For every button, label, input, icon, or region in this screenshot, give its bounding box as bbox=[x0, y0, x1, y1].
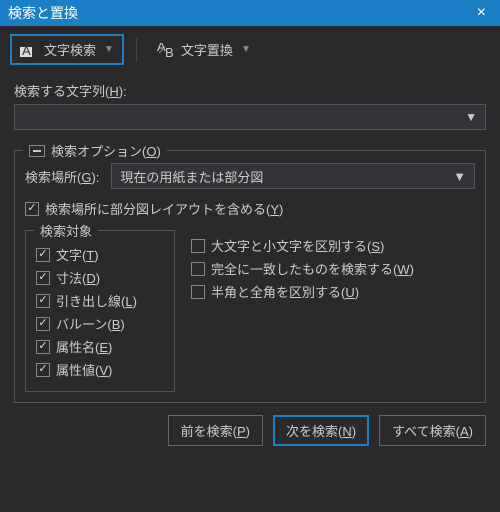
target-balloon-checkbox[interactable]: バルーン(B) bbox=[36, 314, 164, 333]
location-value: 現在の用紙または部分図 bbox=[120, 167, 263, 186]
location-select[interactable]: 現在の用紙または部分図 ▼ bbox=[111, 163, 475, 189]
tab-replace[interactable]: AB 文字置換 ▼ bbox=[149, 36, 259, 63]
options-legend: 検索オプション(O) bbox=[23, 141, 167, 160]
target-dim-checkbox[interactable]: 寸法(D) bbox=[36, 268, 164, 287]
target-text-checkbox[interactable]: 文字(T) bbox=[36, 245, 164, 264]
target-legend: 検索対象 bbox=[34, 221, 98, 240]
chevron-down-icon: ▼ bbox=[465, 110, 477, 124]
target-attrname-checkbox[interactable]: 属性名(E) bbox=[36, 337, 164, 356]
checkbox-icon bbox=[191, 262, 205, 276]
search-string-section: 検索する文字列(H): ▼ bbox=[0, 73, 500, 134]
checkbox-icon bbox=[36, 363, 50, 377]
checkbox-icon bbox=[36, 294, 50, 308]
window-title: 検索と置換 bbox=[8, 3, 78, 23]
button-row: 前を検索(P) 次を検索(N) すべて検索(A) bbox=[0, 411, 500, 446]
svg-text:B: B bbox=[165, 45, 174, 57]
close-icon[interactable]: × bbox=[471, 4, 492, 22]
tab-search[interactable]: A 文字検索 ▼ bbox=[10, 34, 124, 65]
chevron-down-icon: ▼ bbox=[453, 169, 466, 184]
tab-search-label: 文字検索 bbox=[44, 40, 96, 59]
search-string-input[interactable]: ▼ bbox=[14, 104, 486, 130]
checkbox-icon bbox=[36, 248, 50, 262]
checkbox-icon bbox=[36, 317, 50, 331]
chevron-down-icon: ▼ bbox=[241, 44, 251, 55]
replace-text-icon: AB bbox=[157, 43, 175, 57]
target-attrval-checkbox[interactable]: 属性値(V) bbox=[36, 360, 164, 379]
checkbox-icon bbox=[25, 202, 39, 216]
titlebar: 検索と置換 × bbox=[0, 0, 500, 26]
tabs: A 文字検索 ▼ AB 文字置換 ▼ bbox=[0, 26, 500, 73]
include-layout-checkbox[interactable]: 検索場所に部分図レイアウトを含める(Y) bbox=[25, 199, 475, 218]
next-button[interactable]: 次を検索(N) bbox=[273, 415, 369, 446]
search-string-label: 検索する文字列(H): bbox=[14, 81, 486, 100]
checkbox-icon bbox=[36, 271, 50, 285]
location-row: 検索場所(G): 現在の用紙または部分図 ▼ bbox=[25, 163, 475, 189]
search-text-icon: A bbox=[20, 43, 38, 57]
svg-text:A: A bbox=[22, 43, 31, 57]
tab-divider bbox=[136, 38, 137, 62]
tab-replace-label: 文字置換 bbox=[181, 40, 233, 59]
options-frame: 検索オプション(O) 検索場所(G): 現在の用紙または部分図 ▼ 検索場所に部… bbox=[14, 150, 486, 403]
include-layout-label: 検索場所に部分図レイアウトを含める(Y) bbox=[45, 199, 283, 218]
location-label: 検索場所(G): bbox=[25, 167, 99, 186]
chevron-down-icon: ▼ bbox=[104, 44, 114, 55]
checkbox-icon bbox=[191, 239, 205, 253]
checkbox-icon bbox=[36, 340, 50, 354]
match-case-checkbox[interactable]: 大文字と小文字を区別する(S) bbox=[191, 236, 475, 255]
all-button[interactable]: すべて検索(A) bbox=[379, 415, 486, 446]
target-frame: 検索対象 文字(T) 寸法(D) 引き出し線(L) バルーン(B) 属性名(E)… bbox=[25, 230, 175, 392]
prev-button[interactable]: 前を検索(P) bbox=[168, 415, 263, 446]
checkbox-icon bbox=[191, 285, 205, 299]
half-full-checkbox[interactable]: 半角と全角を区別する(U) bbox=[191, 282, 475, 301]
whole-match-checkbox[interactable]: 完全に一致したものを検索する(W) bbox=[191, 259, 475, 278]
collapse-icon[interactable] bbox=[29, 145, 45, 157]
match-options: 大文字と小文字を区別する(S) 完全に一致したものを検索する(W) 半角と全角を… bbox=[191, 222, 475, 305]
target-leader-checkbox[interactable]: 引き出し線(L) bbox=[36, 291, 164, 310]
